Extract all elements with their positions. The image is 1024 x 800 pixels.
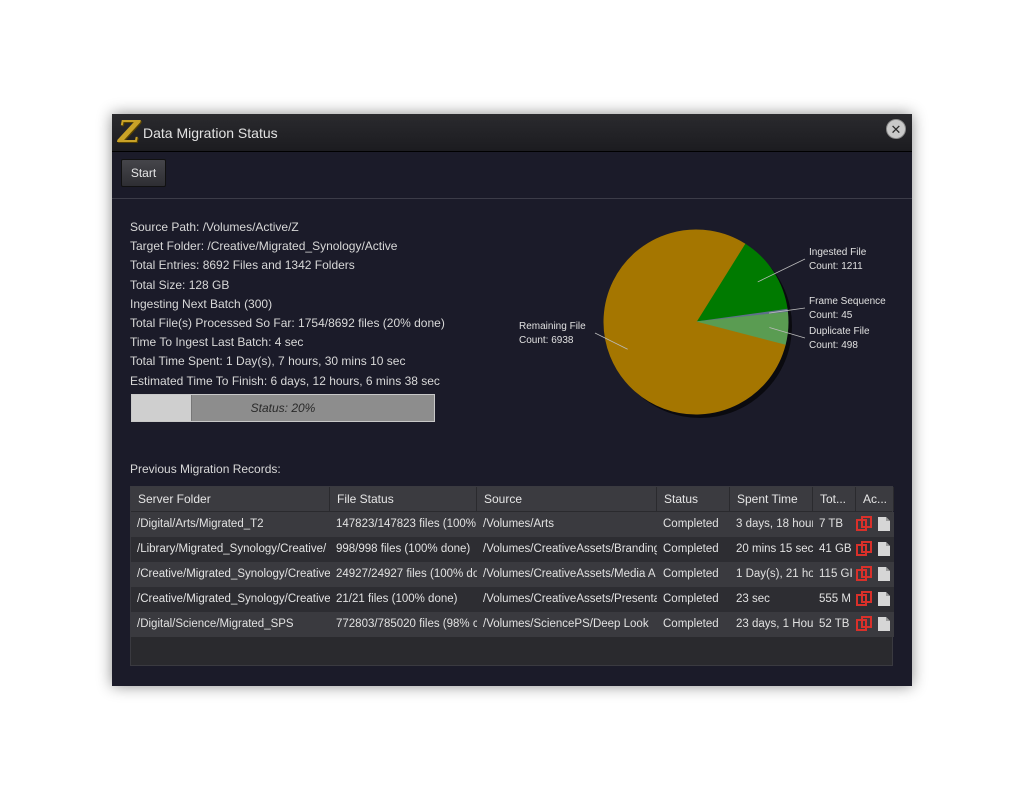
table-cell: 23 days, 1 Hou [736,618,813,630]
records-label: Previous Migration Records: [130,462,281,476]
pie-label-name: Duplicate File [809,326,870,337]
table-cell: /Volumes/CreativeAssets/Presenta [483,593,657,605]
next-batch: Ingesting Next Batch (300) [130,296,273,311]
data-migration-dialog: Z Data Migration Status ✕ Start Source P… [112,114,912,686]
total-entries: Total Entries: 8692 Files and 1342 Folde… [130,258,355,273]
table-cell: Completed [663,518,719,530]
table-cell: 115 GI [819,568,853,580]
migration-info: Source Path: /Volumes/Active/Z Target Fo… [130,218,470,391]
copy-icon[interactable] [856,591,872,607]
column-header[interactable]: Ac... [856,487,894,511]
target-folder: Target Folder: /Creative/Migrated_Synolo… [130,239,398,254]
pie-label-count: Count: 6938 [519,335,574,346]
table-cell: /Creative/Migrated_Synology/Creative [137,593,330,605]
close-icon[interactable]: ✕ [886,119,906,139]
pie-label-count: Count: 1211 [809,261,863,272]
pie-label-count: Count: 498 [809,340,858,351]
pie-label-name: Ingested File [809,247,867,258]
table-row[interactable]: /Digital/Science/Migrated_SPS 772803/7850… [131,612,894,637]
table-row[interactable]: /Creative/Migrated_Synology/Creative 21/2… [131,587,894,612]
table-cell: Completed [663,593,719,605]
dialog-title: Data Migration Status [143,125,278,141]
copy-icon[interactable] [856,616,872,632]
pie-label-name: Frame Sequence [809,296,886,307]
table-cell: Completed [663,618,719,630]
source-path: Source Path: /Volumes/Active/Z [130,220,299,234]
table-header: Server Folder File Status Source Status Spen… [131,487,894,511]
document-icon[interactable] [876,566,892,582]
table-cell: 1 Day(s), 21 ho [736,568,813,580]
table-cell: 772803/785020 files (98% c [336,618,477,630]
table-row[interactable]: /Digital/Arts/Migrated_T2 147823/147823 f… [131,512,894,537]
table-cell: /Digital/Science/Migrated_SPS [137,618,294,630]
document-icon[interactable] [876,591,892,607]
start-button[interactable]: Start [121,159,166,187]
column-header[interactable]: Status [657,487,730,511]
table-cell: /Volumes/CreativeAssets/Branding [483,543,657,555]
table-cell: Completed [663,568,719,580]
table-cell: 7 TB [819,518,844,530]
copy-icon[interactable] [856,516,872,532]
toolbar: Start [112,153,912,199]
table-cell: /Volumes/SciencePS/Deep Look [483,618,649,630]
table-row[interactable]: /Creative/Migrated_Synology/Creative 2492… [131,562,894,587]
table-cell: /Digital/Arts/Migrated_T2 [137,518,264,530]
document-icon[interactable] [876,541,892,557]
files-processed: Total File(s) Processed So Far: 1754/869… [130,315,445,330]
copy-icon[interactable] [856,566,872,582]
table-cell: 24927/24927 files (100% do [336,568,477,580]
total-time-spent: Total Time Spent: 1 Day(s), 7 hours, 30 … [130,354,406,369]
table-cell: 41 GB [819,543,852,555]
document-icon[interactable] [876,616,892,632]
table-cell: 52 TB [819,618,850,630]
last-batch-time: Time To Ingest Last Batch: 4 sec [130,335,304,350]
status-progress-bar: Status: 20% [131,394,435,422]
estimated-time: Estimated Time To Finish: 6 days, 12 hou… [130,373,440,388]
total-size: Total Size: 128 GB [130,277,230,292]
table-cell: /Creative/Migrated_Synology/Creative [137,568,330,580]
z-logo: Z [118,115,140,150]
table-cell: Completed [663,543,719,555]
table-cell: 21/21 files (100% done) [336,593,458,605]
column-header[interactable]: Source [477,487,657,511]
table-cell: 998/998 files (100% done) [336,543,471,555]
table-cell: 555 M [819,593,851,605]
progress-label: Status: 20% [250,401,316,415]
column-header[interactable]: Tot... [813,487,856,511]
title-bar[interactable]: Z Data Migration Status ✕ [112,114,912,152]
pie-label-count: Count: 45 [809,310,853,321]
pie-label-name: Remaining File [519,321,586,332]
table-cell: /Library/Migrated_Synology/Creative/ [137,543,327,555]
document-icon[interactable] [876,516,892,532]
migration-records-table: Server Folder File Status Source Status Spen… [130,486,894,666]
table-row[interactable]: /Library/Migrated_Synology/Creative/998/… [131,537,894,562]
table-cell: 147823/147823 files (100% [336,518,477,530]
table-cell: 23 sec [736,593,770,605]
table-cell: /Volumes/Arts [483,518,554,530]
table-cell: 20 mins 15 sec [736,543,813,555]
column-header[interactable]: Server Folder [131,487,330,511]
table-cell: 3 days, 18 hour [736,518,813,530]
column-header[interactable]: Spent Time [730,487,813,511]
table-cell: /Volumes/CreativeAssets/Media A [483,568,656,580]
copy-icon[interactable] [856,541,872,557]
column-header[interactable]: File Status [330,487,477,511]
file-status-pie-chart: Ingested File Count: 1211 Frame Sequence Co… [519,229,886,418]
